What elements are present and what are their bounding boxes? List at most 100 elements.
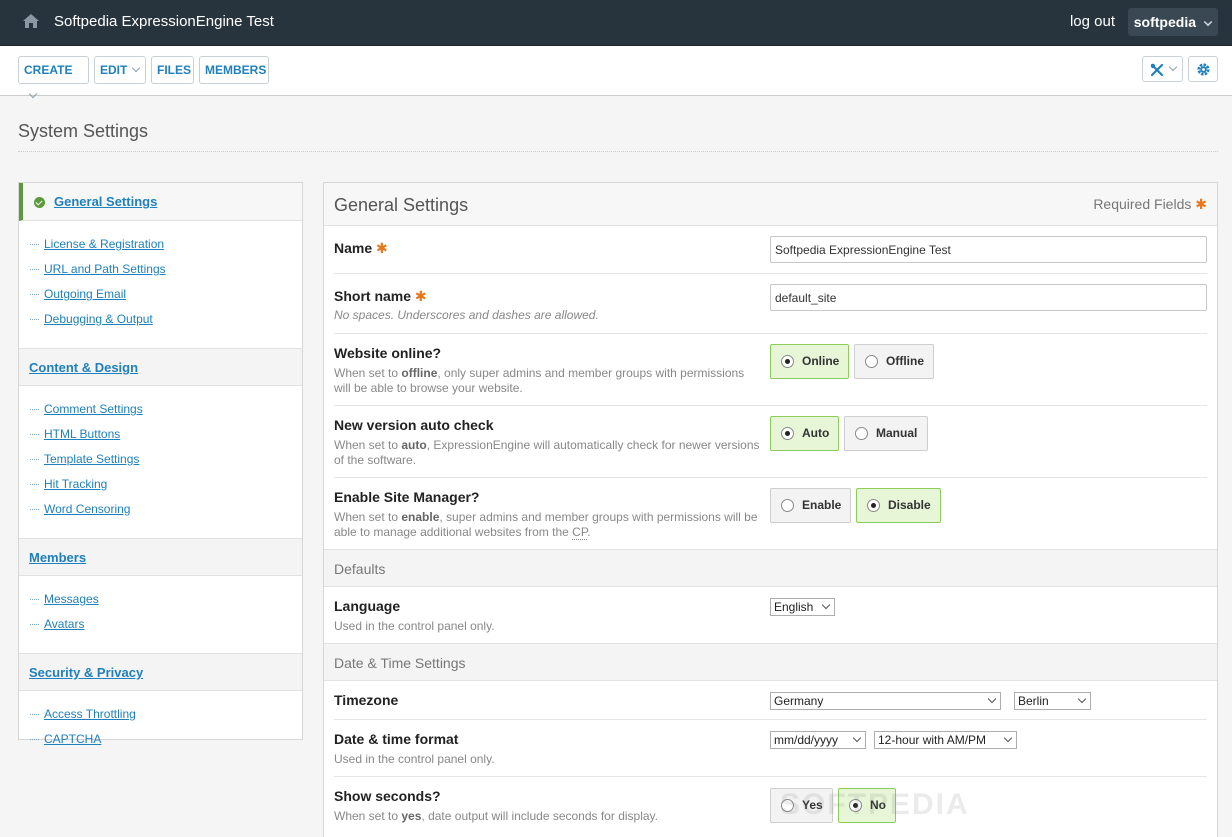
settings-button[interactable] [1188,56,1218,82]
list-item: Debugging & Output [19,311,302,336]
list-item: License & Registration [19,236,302,261]
radio-label: Auto [802,426,830,440]
chevron-down-icon [1168,62,1178,72]
language-desc: Used in the control panel only. [334,619,495,633]
required-asterisk-icon: ✱ [1195,196,1207,212]
edit-button[interactable]: EDIT [94,56,146,84]
sidebar-item-members[interactable]: Members [29,550,86,565]
list-item: Comment Settings [19,401,302,426]
selected-value: mm/dd/yyyy [774,733,839,747]
title-divider [18,151,1218,152]
field-show-seconds: Show seconds? When set to yes, date outp… [334,777,1207,837]
sidebar-list-general: License & Registration URL and Path Sett… [19,221,302,348]
sidebar-item-messages[interactable]: Messages [44,592,99,606]
chevron-down-icon [1203,17,1213,27]
list-item: HTML Buttons [19,426,302,451]
version-check-label: New version auto check [334,417,494,433]
field-description: When set to offline, only super admins a… [334,366,764,396]
timezone-label: Timezone [334,692,399,708]
radio-indicator [781,427,794,440]
offline-radio[interactable]: Offline [854,344,934,379]
sidebar-group-general: General Settings [19,183,302,221]
required-asterisk-icon: ✱ [376,240,388,256]
page-title: System Settings [18,121,149,141]
sidebar-item-url-paths[interactable]: URL and Path Settings [44,262,166,276]
list-item: Template Settings [19,451,302,476]
selected-value: Germany [774,694,824,708]
radio-indicator [781,355,794,368]
site-title[interactable]: Softpedia ExpressionEngine Test [54,13,274,30]
sidebar-item-debugging[interactable]: Debugging & Output [44,312,153,326]
list-item: Outgoing Email [19,286,302,311]
sidebar-group-content: Content & Design [19,348,302,386]
user-menu[interactable]: softpedia [1127,8,1218,36]
radio-label: Manual [876,426,918,440]
field-description: When set to yes, date output will includ… [334,809,764,824]
enable-radio[interactable]: Enable [770,488,851,523]
sidebar-item-template-settings[interactable]: Template Settings [44,452,139,466]
selected-value: Berlin [1018,694,1049,708]
timezone-country-select[interactable]: Germany [770,692,1001,710]
time-format-select[interactable]: 12-hour with AM/PM [874,731,1017,749]
chevron-down-icon [1077,694,1087,704]
panel-header: General Settings Required Fields ✱ [324,183,1217,226]
sidebar-item-outgoing-email[interactable]: Outgoing Email [44,287,126,301]
sidebar-item-html-buttons[interactable]: HTML Buttons [44,427,120,441]
top-bar: Softpedia ExpressionEngine Test log out … [0,0,1232,46]
language-label: Language [334,598,401,614]
chevron-down-icon [28,89,38,99]
field-site-manager: Enable Site Manager? When set to enable,… [334,478,1207,550]
language-select[interactable]: English [770,598,835,616]
sidebar-item-license[interactable]: License & Registration [44,237,164,251]
radio-indicator [867,499,880,512]
tools-menu-button[interactable] [1142,56,1183,82]
desc-keyword: enable [401,510,440,524]
manual-radio[interactable]: Manual [844,416,928,451]
sidebar-item-content-design[interactable]: Content & Design [29,360,138,375]
logout-link[interactable]: log out [1070,13,1115,30]
site-name-input[interactable] [770,236,1207,263]
disable-radio[interactable]: Disable [856,488,941,523]
desc-text: When set to [334,809,402,823]
online-radio[interactable]: Online [770,344,849,379]
timezone-city-select[interactable]: Berlin [1014,692,1091,710]
sidebar-item-access-throttling[interactable]: Access Throttling [44,707,136,721]
short-name-input[interactable] [770,284,1207,311]
list-item: Word Censoring [19,501,302,526]
date-format-select[interactable]: mm/dd/yyyy [770,731,866,749]
required-fields-label: Required Fields [1093,196,1192,212]
settings-sidebar: General Settings License & Registration … [18,182,303,746]
main-nav: CREATE EDIT FILES MEMBERS [0,46,1232,99]
members-button[interactable]: MEMBERS [199,56,269,84]
sidebar-item-hit-tracking[interactable]: Hit Tracking [44,477,107,491]
auto-radio[interactable]: Auto [770,416,839,451]
radio-label: Offline [886,354,924,368]
field-version-check: New version auto check When set to auto,… [334,406,1207,478]
sidebar-item-captcha[interactable]: CAPTCHA [44,732,101,746]
desc-keyword: yes [401,809,422,823]
home-icon[interactable] [22,12,40,30]
list-item: Access Throttling [19,706,302,731]
field-language: Language Used in the control panel only.… [334,587,1207,643]
desc-text: When set to [334,510,402,524]
create-button[interactable]: CREATE [18,56,89,99]
files-button[interactable]: FILES [151,56,194,84]
field-timezone: Timezone Germany Berlin [334,681,1207,720]
sidebar-item-comment-settings[interactable]: Comment Settings [44,402,143,416]
sidebar-item-word-censoring[interactable]: Word Censoring [44,502,130,516]
sidebar-item-security-privacy[interactable]: Security & Privacy [29,665,143,680]
sidebar-list-members: Messages Avatars [19,576,302,653]
short-name-desc: No spaces. Underscores and dashes are al… [334,308,599,322]
sidebar-item-general-settings[interactable]: General Settings [54,194,157,209]
defaults-section-header: Defaults [324,549,1217,587]
date-format-label: Date & time format [334,731,459,747]
field-date-format: Date & time format Used in the control p… [334,720,1207,777]
cp-abbr: CP [572,525,588,540]
website-online-label: Website online? [334,345,442,361]
short-name-label: Short name [334,288,412,304]
sidebar-item-avatars[interactable]: Avatars [44,617,84,631]
desc-text: When set to [334,366,402,380]
tools-icon [1150,63,1164,77]
sidebar-list-security: Access Throttling CAPTCHA [19,691,302,768]
chevron-down-icon [987,694,997,704]
